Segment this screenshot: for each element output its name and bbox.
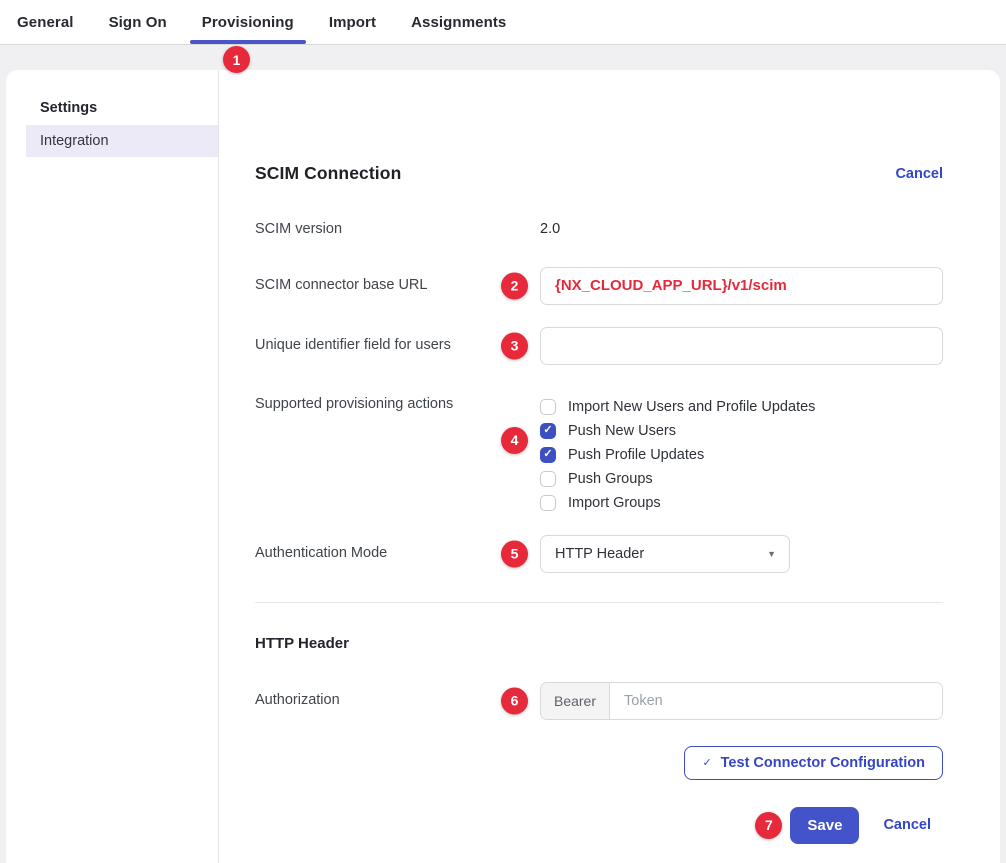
provisioning-actions-label: Supported provisioning actions [255, 393, 540, 414]
tab-import[interactable]: Import [317, 0, 388, 44]
form-actions-row: 7 Save Cancel [255, 807, 943, 844]
step-badge-5: 5 [501, 540, 528, 567]
scim-connection-panel: SCIM Connection Cancel SCIM version 2.0 … [219, 70, 1000, 863]
step-badge-4: 4 [501, 427, 528, 454]
checkbox-label: Push New Users [568, 423, 676, 439]
checkbox-push-profile-updates[interactable] [540, 447, 556, 463]
settings-sidebar: Settings Integration [6, 70, 219, 863]
save-button[interactable]: Save [790, 807, 859, 844]
checkbox-row-import-groups[interactable]: Import Groups [540, 491, 943, 515]
unique-id-row: Unique identifier field for users 3 [255, 327, 943, 365]
checkbox-label: Push Groups [568, 471, 653, 487]
settings-card: Settings Integration SCIM Connection Can… [6, 70, 1000, 863]
auth-mode-selected-value: HTTP Header [555, 546, 644, 562]
tab-assignments[interactable]: Assignments [399, 0, 518, 44]
step-badge-3: 3 [501, 332, 528, 359]
step-badge-2: 2 [501, 272, 528, 299]
tab-provisioning[interactable]: Provisioning [190, 0, 306, 44]
token-input[interactable] [610, 683, 942, 719]
http-header-section-title: HTTP Header [255, 635, 943, 652]
provisioning-actions-row: Supported provisioning actions 4 Import … [255, 393, 943, 515]
test-connector-row: ✓ Test Connector Configuration [255, 746, 943, 780]
base-url-input[interactable] [540, 267, 943, 305]
bearer-prefix: Bearer [541, 683, 610, 719]
unique-id-label: Unique identifier field for users [255, 336, 540, 355]
auth-mode-select[interactable]: HTTP Header ▼ [540, 535, 790, 573]
checkbox-push-new-users[interactable] [540, 423, 556, 439]
scim-version-row: SCIM version 2.0 [255, 220, 943, 239]
scim-version-label: SCIM version [255, 220, 540, 239]
checkbox-label: Import Groups [568, 495, 661, 511]
checkbox-push-groups[interactable] [540, 471, 556, 487]
test-connector-button[interactable]: ✓ Test Connector Configuration [684, 746, 943, 780]
authorization-input-group: Bearer [540, 682, 943, 720]
checkbox-label: Import New Users and Profile Updates [568, 399, 815, 415]
auth-mode-label: Authentication Mode [255, 544, 540, 563]
checkbox-row-push-new-users[interactable]: Push New Users [540, 419, 943, 443]
checkbox-row-push-profile-updates[interactable]: Push Profile Updates [540, 443, 943, 467]
authorization-row: Authorization 6 Bearer [255, 682, 943, 720]
chevron-down-icon: ▼ [767, 549, 776, 559]
checkbox-row-push-groups[interactable]: Push Groups [540, 467, 943, 491]
step-badge-6: 6 [501, 687, 528, 714]
check-icon: ✓ [702, 756, 711, 769]
tab-general[interactable]: General [5, 0, 86, 44]
provisioning-actions-list: 4 Import New Users and Profile Updates P… [540, 393, 943, 515]
app-tabbar: General Sign On Provisioning Import Assi… [0, 0, 1006, 45]
checkbox-import-new-users[interactable] [540, 399, 556, 415]
authorization-label: Authorization [255, 691, 540, 710]
auth-mode-row: Authentication Mode 5 HTTP Header ▼ [255, 535, 943, 573]
sidebar-item-integration[interactable]: Integration [26, 125, 218, 157]
checkbox-import-groups[interactable] [540, 495, 556, 511]
scim-version-value: 2.0 [540, 221, 560, 237]
step-badge-7: 7 [755, 812, 782, 839]
section-divider [255, 602, 943, 603]
page: General Sign On Provisioning Import Assi… [0, 0, 1006, 863]
checkbox-row-import-new-users[interactable]: Import New Users and Profile Updates [540, 395, 943, 419]
checkbox-label: Push Profile Updates [568, 447, 704, 463]
tab-sign-on[interactable]: Sign On [97, 0, 179, 44]
unique-id-input[interactable] [540, 327, 943, 365]
base-url-label: SCIM connector base URL [255, 276, 540, 295]
page-title: SCIM Connection [255, 163, 401, 184]
footer-cancel-link[interactable]: Cancel [883, 817, 931, 833]
test-connector-label: Test Connector Configuration [721, 755, 925, 771]
base-url-row: SCIM connector base URL 2 [255, 267, 943, 305]
sidebar-heading: Settings [40, 100, 218, 116]
step-badge-1: 1 [223, 46, 250, 73]
panel-header: SCIM Connection Cancel [255, 163, 943, 184]
header-cancel-link[interactable]: Cancel [895, 166, 943, 182]
